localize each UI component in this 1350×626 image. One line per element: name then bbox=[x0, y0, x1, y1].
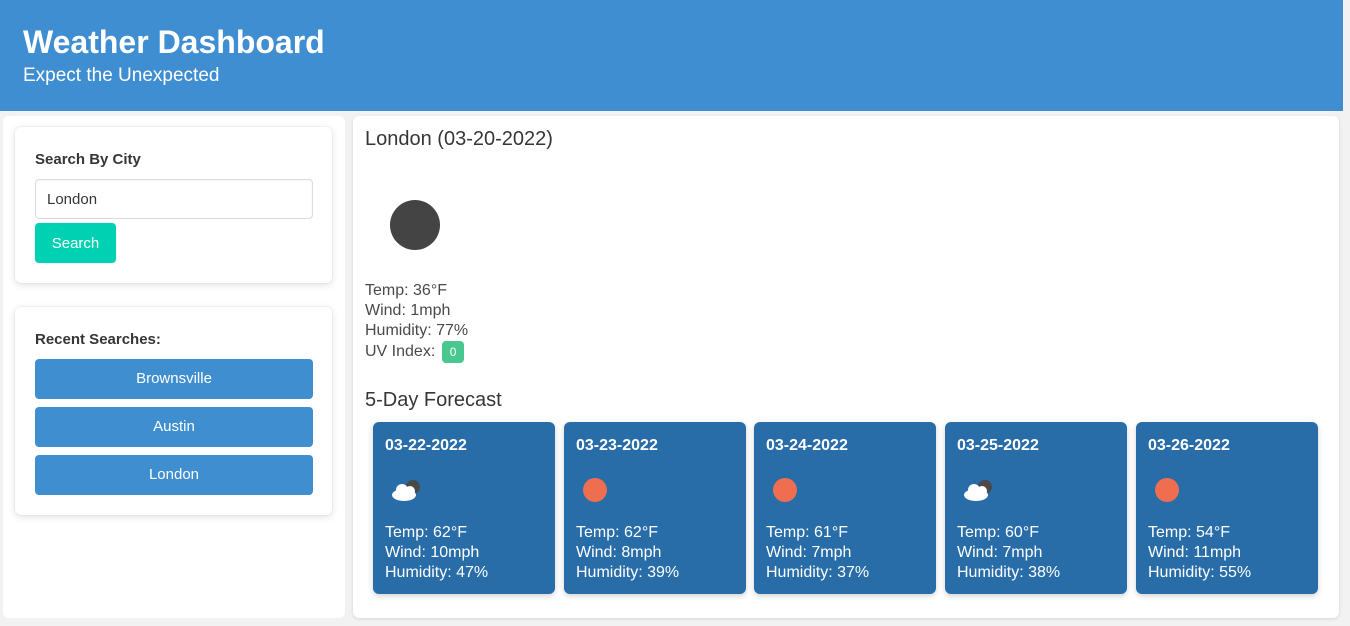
page-subtitle: Expect the Unexpected bbox=[23, 65, 220, 86]
forecast-wind: Wind: 10mph bbox=[385, 544, 480, 561]
forecast-wind: Wind: 7mph bbox=[957, 544, 1043, 561]
forecast-card: 03-24-2022 Temp: 61°F Wind: 7mph Humidit… bbox=[754, 422, 936, 594]
forecast-temp: Temp: 61°F bbox=[766, 524, 848, 541]
search-input[interactable] bbox=[35, 179, 313, 219]
search-button[interactable]: Search bbox=[35, 223, 116, 263]
page-title: Weather Dashboard bbox=[23, 24, 325, 60]
sun-icon bbox=[583, 478, 607, 502]
forecast-date: 03-23-2022 bbox=[576, 437, 658, 454]
sun-icon bbox=[1155, 478, 1179, 502]
forecast-date: 03-26-2022 bbox=[1148, 437, 1230, 454]
page-header: Weather Dashboard Expect the Unexpected bbox=[0, 0, 1343, 111]
forecast-humidity: Humidity: 47% bbox=[385, 564, 489, 581]
forecast-humidity: Humidity: 37% bbox=[766, 564, 870, 581]
recent-searches-label: Recent Searches: bbox=[35, 331, 161, 348]
forecast-date: 03-22-2022 bbox=[385, 437, 467, 454]
dark-circle-icon bbox=[390, 200, 440, 250]
forecast-stats: Temp: 61°F Wind: 7mph Humidity: 37% bbox=[766, 523, 869, 583]
uv-badge: 0 bbox=[441, 341, 465, 363]
forecast-humidity: Humidity: 39% bbox=[576, 564, 680, 581]
current-temp: Temp: 36°F bbox=[365, 282, 447, 299]
forecast-date: 03-25-2022 bbox=[957, 437, 1039, 454]
forecast-stats: Temp: 60°F Wind: 7mph Humidity: 38% bbox=[957, 523, 1060, 583]
forecast-card: 03-26-2022 Temp: 54°F Wind: 11mph Humidi… bbox=[1136, 422, 1318, 594]
forecast-temp: Temp: 54°F bbox=[1148, 524, 1230, 541]
weather-panel: London (03-20-2022) Temp: 36°F Wind: 1mp… bbox=[353, 116, 1339, 618]
search-card: Search By City Search bbox=[15, 127, 332, 283]
uv-label: UV Index: bbox=[365, 343, 436, 361]
recent-searches-list: Brownsville Austin London bbox=[35, 359, 313, 503]
forecast-humidity: Humidity: 38% bbox=[957, 564, 1061, 581]
partly-cloudy-icon bbox=[964, 480, 992, 501]
forecast-wind: Wind: 7mph bbox=[766, 544, 852, 561]
forecast-temp: Temp: 62°F bbox=[385, 524, 467, 541]
sun-icon bbox=[773, 478, 797, 502]
forecast-temp: Temp: 62°F bbox=[576, 524, 658, 541]
forecast-card: 03-22-2022 Temp: 62°F Wind: 10mph Humidi… bbox=[373, 422, 555, 594]
current-humidity: Humidity: 77% bbox=[365, 322, 469, 339]
recent-searches-card: Recent Searches: Brownsville Austin Lond… bbox=[15, 307, 332, 515]
forecast-stats: Temp: 62°F Wind: 10mph Humidity: 47% bbox=[385, 523, 488, 583]
forecast-wind: Wind: 11mph bbox=[1148, 544, 1242, 561]
sidebar: Search By City Search Recent Searches: B… bbox=[3, 116, 345, 618]
current-city-title: London (03-20-2022) bbox=[365, 128, 553, 150]
forecast-stats: Temp: 54°F Wind: 11mph Humidity: 55% bbox=[1148, 523, 1251, 583]
current-uv: UV Index: 0 bbox=[365, 341, 468, 363]
current-wind: Wind: 1mph bbox=[365, 302, 451, 319]
forecast-humidity: Humidity: 55% bbox=[1148, 564, 1252, 581]
partly-cloudy-icon bbox=[392, 480, 420, 501]
forecast-temp: Temp: 60°F bbox=[957, 524, 1039, 541]
forecast-title: 5-Day Forecast bbox=[365, 389, 502, 411]
forecast-card: 03-23-2022 Temp: 62°F Wind: 8mph Humidit… bbox=[564, 422, 746, 594]
forecast-wind: Wind: 8mph bbox=[576, 544, 662, 561]
forecast-stats: Temp: 62°F Wind: 8mph Humidity: 39% bbox=[576, 523, 679, 583]
recent-search-button[interactable]: London bbox=[35, 455, 313, 495]
forecast-row: 03-22-2022 Temp: 62°F Wind: 10mph Humidi… bbox=[373, 422, 1323, 594]
forecast-card: 03-25-2022 Temp: 60°F Wind: 7mph Humidit… bbox=[945, 422, 1127, 594]
recent-search-button[interactable]: Brownsville bbox=[35, 359, 313, 399]
search-label: Search By City bbox=[35, 151, 141, 168]
current-weather-stats: Temp: 36°F Wind: 1mph Humidity: 77% UV I… bbox=[365, 281, 468, 363]
recent-search-button[interactable]: Austin bbox=[35, 407, 313, 447]
forecast-date: 03-24-2022 bbox=[766, 437, 848, 454]
